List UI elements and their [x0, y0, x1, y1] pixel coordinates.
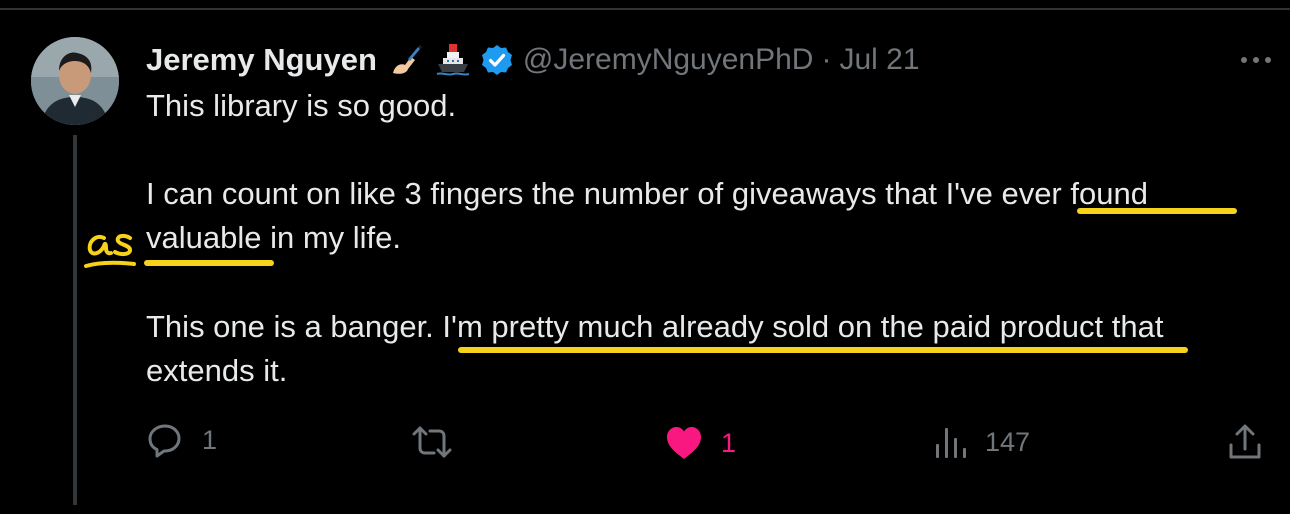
tweet-text-line: This library is so good.	[146, 88, 457, 123]
ship-icon	[435, 42, 471, 78]
reply-icon	[148, 424, 181, 458]
like-button[interactable]: 1	[665, 423, 736, 463]
reply-count: 1	[202, 424, 218, 455]
verified-badge-icon[interactable]	[481, 44, 513, 76]
views-button[interactable]: 147	[933, 422, 1030, 462]
tweet-text-line: This one is a banger. I'm pretty much al…	[146, 309, 1164, 344]
highlight-underline	[1077, 208, 1237, 214]
tweet-header: Jeremy Nguyen @JeremyNguyenPhD · Jul 21	[146, 38, 920, 82]
reply-button[interactable]: 1	[146, 420, 217, 460]
thread-line	[73, 135, 77, 505]
views-icon	[936, 428, 966, 458]
views-count: 147	[985, 426, 1031, 457]
header-separator: ·	[821, 43, 832, 76]
share-icon	[1229, 424, 1261, 459]
tweet-text-line: I can count on like 3 fingers the number…	[146, 176, 1148, 211]
highlight-underline	[458, 347, 1188, 353]
author-name[interactable]: Jeremy Nguyen	[146, 42, 377, 78]
retweet-icon	[412, 426, 452, 458]
handwritten-as-annotation	[84, 214, 136, 272]
author-handle[interactable]: @JeremyNguyenPhD	[523, 43, 814, 77]
tweet-date[interactable]: Jul 21	[839, 43, 919, 77]
highlight-underline	[144, 260, 274, 266]
more-options-icon[interactable]	[1238, 48, 1274, 72]
avatar[interactable]	[31, 37, 119, 125]
top-divider	[0, 8, 1290, 10]
writing-hand-icon	[389, 43, 423, 77]
retweet-button[interactable]	[412, 422, 452, 462]
heart-icon	[667, 427, 701, 459]
tweet-text-line: extends it.	[146, 353, 288, 388]
tweet-text-line: valuable in my life.	[146, 220, 402, 255]
like-count: 1	[721, 427, 737, 458]
share-button[interactable]	[1228, 422, 1262, 462]
